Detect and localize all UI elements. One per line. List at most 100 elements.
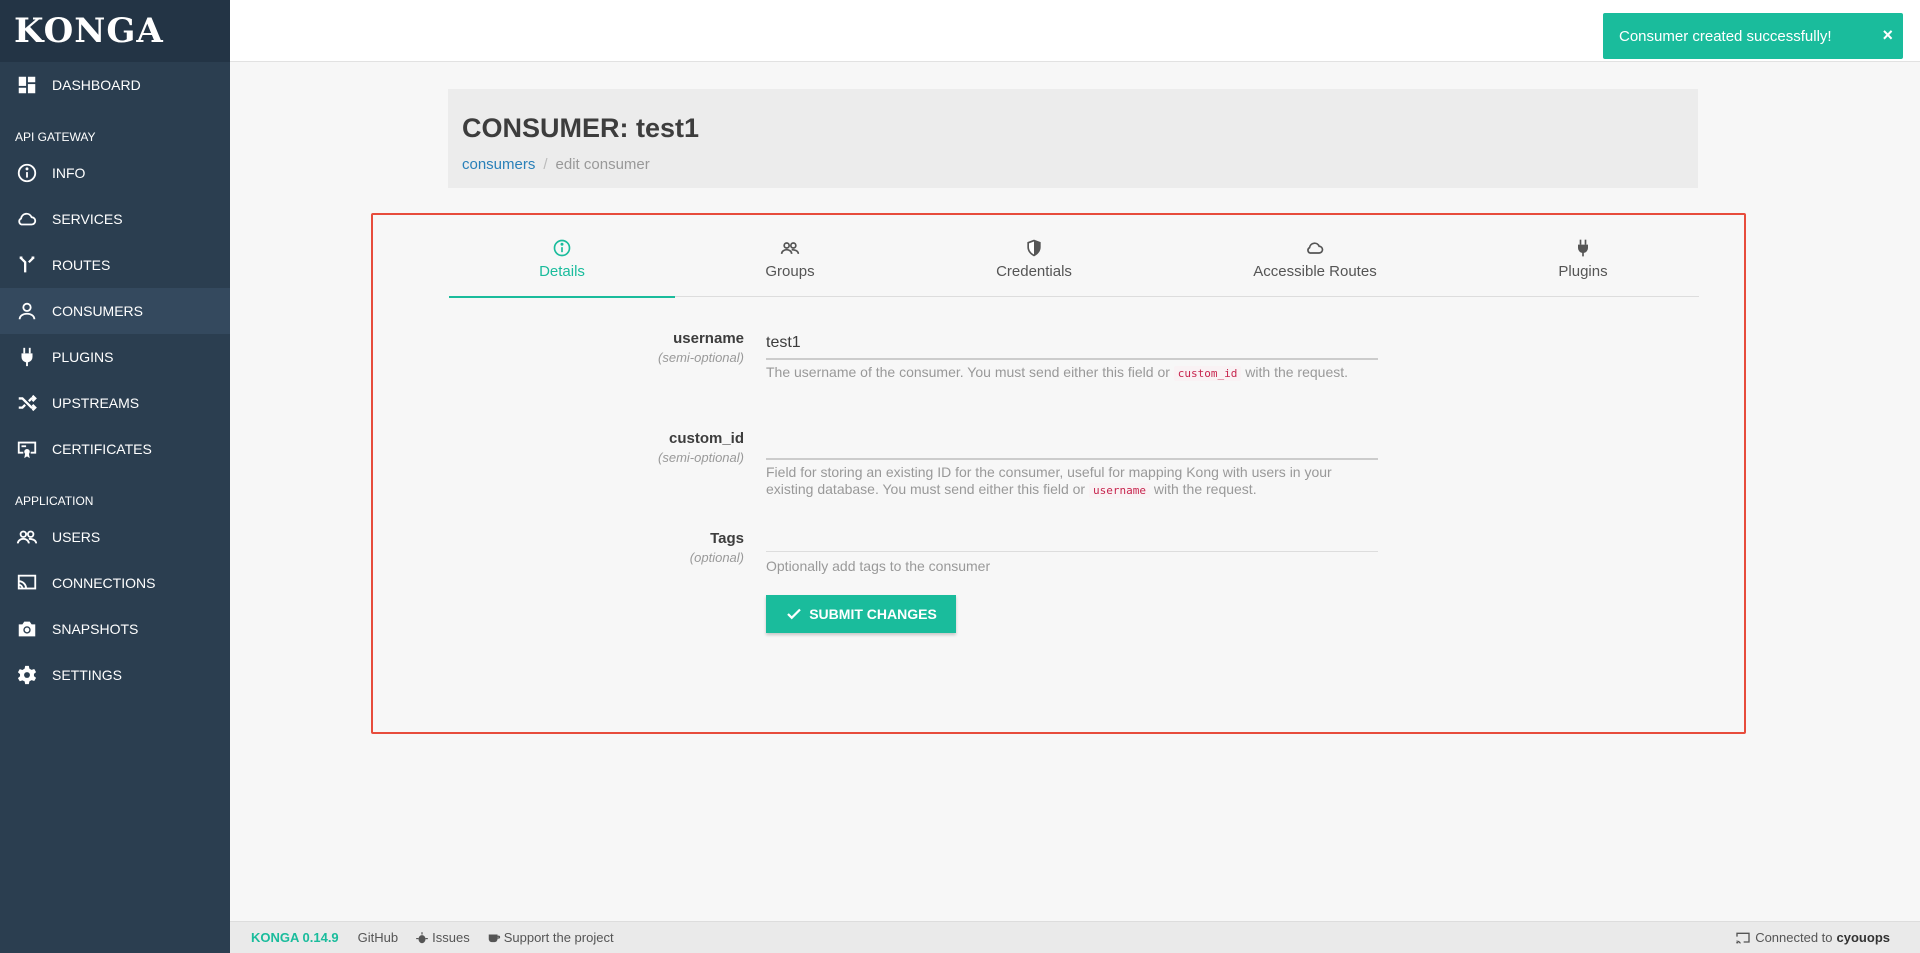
field-hint: (semi-optional) — [658, 450, 744, 465]
tab-plugins[interactable]: Plugins — [1467, 233, 1699, 297]
gear-icon — [15, 663, 39, 687]
field-hint: (semi-optional) — [658, 350, 744, 365]
sidebar: KONGA DASHBOARD API GATEWAY INFO SERVICE… — [0, 0, 230, 953]
username-label: username (semi-optional) — [658, 330, 744, 365]
shuffle-icon — [15, 391, 39, 415]
help-text: with the request. — [1149, 481, 1257, 497]
sidebar-item-label: INFO — [52, 165, 86, 181]
logo-text: KONGA — [14, 11, 164, 51]
sidebar-item-label: DASHBOARD — [52, 77, 141, 93]
plug-icon — [15, 345, 39, 369]
version-label: KONGA 0.14.9 — [251, 930, 339, 945]
cloud-icon — [15, 207, 39, 231]
submit-changes-button[interactable]: SUBMIT CHANGES — [766, 595, 956, 633]
sidebar-item-services[interactable]: SERVICES — [0, 196, 230, 242]
sidebar-item-consumers[interactable]: CONSUMERS — [0, 288, 230, 334]
form-row-tags: Tags (optional) Optionally add tags to t… — [373, 530, 1744, 595]
username-field-wrapper: test1 The username of the consumer. You … — [766, 330, 1378, 382]
plug-icon — [1572, 237, 1594, 259]
sidebar-item-label: SERVICES — [52, 211, 123, 227]
tags-field-wrapper: Optionally add tags to the consumer — [766, 530, 1378, 575]
sidebar-item-label: CONSUMERS — [52, 303, 144, 319]
toast-message: Consumer created successfully! — [1619, 27, 1832, 45]
support-link[interactable]: Support the project — [487, 930, 614, 945]
sidebar-item-dashboard[interactable]: DASHBOARD — [0, 62, 230, 108]
breadcrumb: consumers / edit consumer — [462, 156, 1684, 173]
help-code: username — [1088, 483, 1150, 498]
info-icon — [15, 161, 39, 185]
tab-credentials[interactable]: Credentials — [905, 233, 1163, 297]
sidebar-item-label: CONNECTIONS — [52, 575, 156, 591]
tab-label: Details — [539, 263, 585, 280]
help-text: with the request. — [1241, 364, 1349, 380]
tab-details[interactable]: Details — [449, 233, 675, 298]
shield-icon — [1023, 237, 1045, 259]
form-row-custom-id: custom_id (semi-optional) Field for stor… — [373, 430, 1744, 530]
username-input[interactable]: test1 — [766, 330, 1378, 360]
sidebar-item-routes[interactable]: ROUTES — [0, 242, 230, 288]
sidebar-item-label: PLUGINS — [52, 349, 114, 365]
connection-status: Connected to cyouops — [1735, 930, 1890, 946]
connected-prefix: Connected to — [1755, 930, 1833, 945]
sidebar-item-label: CERTIFICATES — [52, 441, 152, 457]
footer: KONGA 0.14.9 GitHub Issues Support the p… — [230, 921, 1920, 953]
github-link[interactable]: GitHub — [358, 930, 398, 945]
help-code: custom_id — [1173, 366, 1242, 381]
certificate-icon — [15, 437, 39, 461]
connection-name[interactable]: cyouops — [1837, 930, 1890, 945]
check-icon — [787, 608, 802, 620]
dashboard-icon — [15, 73, 39, 97]
github-label: GitHub — [357, 930, 399, 945]
field-name: Tags — [710, 530, 744, 547]
tab-label: Groups — [765, 263, 815, 280]
connections-icon — [15, 571, 39, 595]
custom-id-help: Field for storing an existing ID for the… — [766, 464, 1378, 499]
tags-input[interactable] — [766, 530, 1378, 552]
sidebar-item-info[interactable]: INFO — [0, 150, 230, 196]
submit-label: SUBMIT CHANGES — [809, 606, 937, 622]
sidebar-item-connections[interactable]: CONNECTIONS — [0, 560, 230, 606]
tab-label: Accessible Routes — [1253, 263, 1377, 280]
sidebar-item-users[interactable]: USERS — [0, 514, 230, 560]
issues-link[interactable]: Issues — [415, 930, 470, 945]
tab-groups[interactable]: Groups — [675, 233, 905, 297]
custom-id-label: custom_id (semi-optional) — [658, 430, 744, 465]
consumer-tabs: Details Groups Credentials Accessible Ro… — [449, 233, 1699, 298]
breadcrumb-separator: / — [543, 156, 548, 173]
support-label: Support the project — [503, 930, 614, 945]
sidebar-item-label: SNAPSHOTS — [52, 621, 139, 637]
field-name: custom_id — [668, 430, 744, 447]
sidebar-item-snapshots[interactable]: SNAPSHOTS — [0, 606, 230, 652]
field-hint: (optional) — [689, 550, 744, 565]
users-icon — [15, 525, 39, 549]
issues-label: Issues — [432, 930, 470, 945]
user-icon — [15, 299, 39, 323]
success-toast: Consumer created successfully! × — [1603, 13, 1903, 59]
page-header: CONSUMER: test1 consumers / edit consumer — [448, 89, 1698, 188]
bug-icon — [416, 931, 428, 943]
sidebar-section-application: APPLICATION — [15, 494, 94, 508]
sidebar-item-certificates[interactable]: CERTIFICATES — [0, 426, 230, 472]
breadcrumb-current: edit consumer — [555, 156, 650, 173]
tab-accessible-routes[interactable]: Accessible Routes — [1163, 233, 1467, 297]
form-row-submit: SUBMIT CHANGES — [373, 595, 1744, 695]
users-icon — [779, 237, 801, 259]
routes-icon — [15, 253, 39, 277]
close-icon[interactable]: × — [1882, 25, 1893, 46]
logo[interactable]: KONGA — [0, 0, 230, 62]
form-row-username: username (semi-optional) test1 The usern… — [373, 330, 1744, 430]
breadcrumb-link-consumers[interactable]: consumers — [462, 156, 535, 173]
sidebar-item-label: USERS — [52, 529, 101, 545]
coffee-icon — [488, 934, 500, 942]
sidebar-item-label: UPSTREAMS — [52, 395, 140, 411]
camera-icon — [15, 617, 39, 641]
field-name: username — [673, 330, 744, 347]
help-text: The username of the consumer. You must s… — [766, 364, 1174, 380]
sidebar-item-upstreams[interactable]: UPSTREAMS — [0, 380, 230, 426]
sidebar-item-settings[interactable]: SETTINGS — [0, 652, 230, 698]
info-icon — [551, 237, 573, 259]
custom-id-input[interactable] — [766, 430, 1378, 460]
page-title: CONSUMER: test1 — [462, 113, 700, 143]
sidebar-item-plugins[interactable]: PLUGINS — [0, 334, 230, 380]
connections-icon — [1736, 932, 1750, 943]
